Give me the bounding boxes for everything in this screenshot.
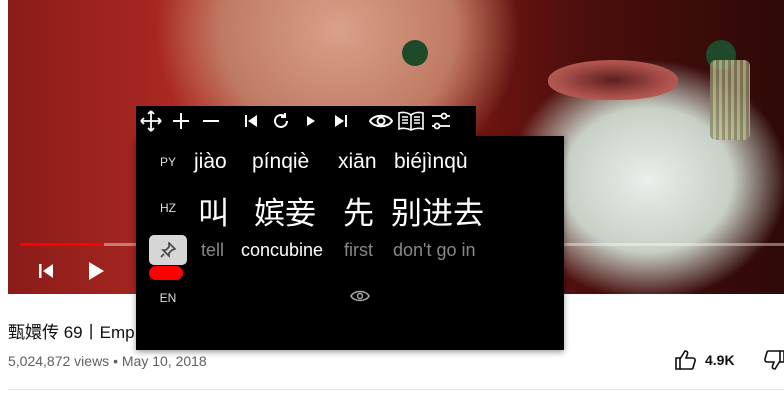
like-button[interactable]: 4.9K: [675, 350, 784, 370]
reveal-eye-icon[interactable]: [350, 289, 370, 308]
english-word[interactable]: concubine: [241, 240, 323, 261]
hanzi-word[interactable]: 嫔妾: [254, 188, 316, 233]
english-word[interactable]: don't go in: [393, 240, 476, 261]
pinyin-word[interactable]: pínqiè: [252, 150, 309, 174]
previous-icon[interactable]: [34, 258, 58, 284]
hanzi-word[interactable]: 叫: [198, 188, 229, 233]
settings-sliders-icon[interactable]: [426, 106, 456, 136]
skip-back-icon[interactable]: [236, 106, 266, 136]
subtitle-toolbar: [136, 106, 476, 136]
thumbs-down-icon[interactable]: [763, 350, 784, 370]
english-word[interactable]: tell: [201, 240, 224, 261]
hanzi-word[interactable]: 先: [343, 188, 374, 233]
pin-indicator: [149, 266, 183, 280]
video-meta: 5,024,872 views • May 10, 2018: [8, 353, 207, 369]
video-title[interactable]: 甄嬛传 69丨Emp: [8, 318, 135, 343]
hanzi-row-label: HZ: [160, 201, 176, 215]
english-word[interactable]: first: [344, 240, 373, 261]
separator-dot: •: [113, 353, 122, 369]
view-count: 5,024,872 views: [8, 353, 110, 369]
replay-icon[interactable]: [266, 106, 296, 136]
play-small-icon[interactable]: [296, 106, 326, 136]
dictionary-icon[interactable]: [396, 106, 426, 136]
upload-date: May 10, 2018: [121, 353, 207, 369]
hanzi-word[interactable]: 别进去: [391, 188, 484, 233]
subtitle-panel: PY HZ EN jiào pínqiè xiān biéjìnqù 叫 嫔妾 …: [136, 136, 564, 350]
video-frame-detail: [548, 60, 678, 100]
video-frame-detail: [710, 60, 750, 140]
skip-forward-icon[interactable]: [326, 106, 356, 136]
divider: [8, 389, 784, 390]
pin-button[interactable]: [149, 235, 187, 265]
progress-bar-fill: [20, 243, 105, 246]
pinyin-word[interactable]: biéjìnqù: [394, 150, 468, 174]
pinyin-word[interactable]: jiào: [194, 150, 227, 174]
plus-icon[interactable]: [166, 106, 196, 136]
minus-icon[interactable]: [196, 106, 226, 136]
thumbs-up-icon: [675, 350, 696, 370]
pin-icon: [160, 242, 176, 258]
play-icon[interactable]: [84, 258, 108, 284]
pinyin-word[interactable]: xiān: [338, 150, 377, 174]
move-icon[interactable]: [136, 106, 166, 136]
eye-icon[interactable]: [366, 106, 396, 136]
video-frame-detail: [402, 40, 428, 66]
like-count: 4.9K: [705, 352, 735, 368]
pinyin-row-label: PY: [159, 155, 176, 169]
english-row-label: EN: [159, 291, 177, 305]
